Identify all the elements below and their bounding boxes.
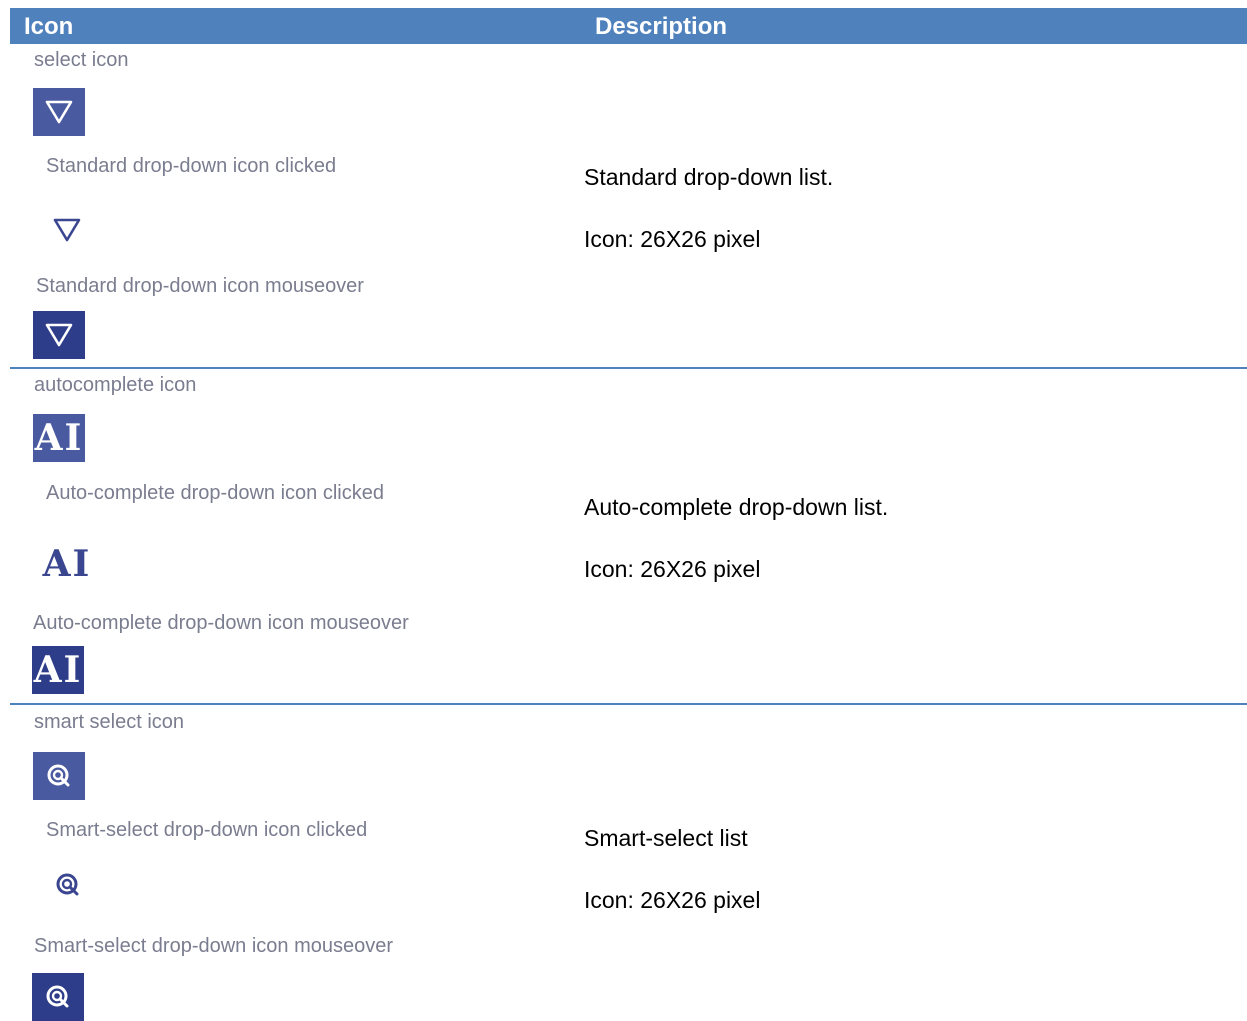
row-icon-size: Icon: 26X26 pixel [584, 226, 761, 252]
table-header: Icon Description [10, 8, 1247, 44]
triangle-down-icon[interactable] [33, 311, 85, 359]
row-description: Auto-complete drop-down list. [584, 494, 889, 520]
autocomplete-icon[interactable]: AI [33, 414, 85, 462]
row-caption: smart select icon [34, 711, 185, 733]
triangle-down-icon[interactable] [41, 206, 93, 254]
row-caption: Smart-select drop-down icon mouseover [34, 935, 394, 957]
row-description: Standard drop-down list. [584, 164, 834, 190]
row-divider [10, 703, 1247, 705]
magnifier-circle-icon[interactable] [33, 752, 85, 800]
row-icon-size: Icon: 26X26 pixel [584, 887, 761, 913]
row-caption: Standard drop-down icon clicked [46, 155, 337, 177]
icon-column-header: Icon [24, 13, 74, 40]
row-caption: select icon [34, 49, 129, 71]
row-description: Smart-select list [584, 825, 748, 851]
autocomplete-icon-glyph: AI [33, 649, 83, 691]
row-caption: Auto-complete drop-down icon clicked [46, 482, 384, 504]
autocomplete-icon[interactable]: AI [32, 646, 84, 694]
autocomplete-icon-glyph: AI [42, 543, 92, 585]
row-caption: Auto-complete drop-down icon mouseover [33, 612, 409, 634]
row-caption: Standard drop-down icon mouseover [36, 275, 364, 297]
triangle-down-icon[interactable] [33, 88, 85, 136]
magnifier-circle-icon[interactable] [32, 973, 84, 1021]
autocomplete-icon[interactable]: AI [41, 540, 93, 588]
description-column-header: Description [595, 13, 728, 40]
row-caption: autocomplete icon [34, 374, 197, 396]
row-caption: Smart-select drop-down icon clicked [46, 819, 368, 841]
row-divider [10, 367, 1247, 369]
magnifier-circle-icon[interactable] [42, 861, 94, 909]
autocomplete-icon-glyph: AI [34, 417, 84, 459]
row-icon-size: Icon: 26X26 pixel [584, 556, 761, 582]
